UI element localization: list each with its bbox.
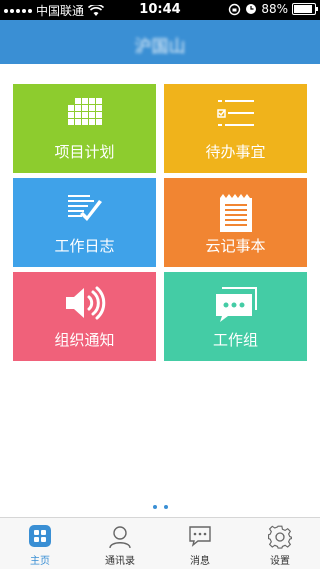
grid-icon bbox=[67, 98, 102, 125]
tab-label: 消息 bbox=[190, 556, 210, 567]
tab-contacts[interactable]: 通讯录 bbox=[80, 518, 160, 569]
gear-icon bbox=[268, 525, 292, 549]
tab-bar: 主页 通讯录 消息 设置 bbox=[0, 517, 320, 569]
tile-project-plan[interactable]: 项目计划 bbox=[13, 84, 156, 173]
tab-label: 通讯录 bbox=[105, 556, 135, 567]
document-check-icon bbox=[67, 195, 102, 221]
tile-label: 组织通知 bbox=[54, 331, 115, 349]
app-header: 沪国山 bbox=[0, 20, 320, 64]
status-bar: 中国联通 10:44 88% bbox=[0, 0, 320, 20]
speaker-icon bbox=[65, 286, 105, 320]
notepad-icon bbox=[219, 194, 252, 232]
person-icon bbox=[109, 526, 131, 549]
tab-settings[interactable]: 设置 bbox=[240, 518, 320, 569]
alarm-icon bbox=[246, 4, 257, 14]
page-dot bbox=[152, 505, 157, 509]
header-title: 沪国山 bbox=[134, 37, 186, 57]
tile-todo[interactable]: 待办事宜 bbox=[164, 84, 307, 173]
tile-label: 云记事本 bbox=[205, 237, 266, 255]
page-dot bbox=[163, 505, 168, 509]
home-grid-icon bbox=[29, 525, 51, 547]
tile-label: 工作日志 bbox=[54, 237, 115, 255]
message-icon bbox=[189, 526, 211, 547]
tile-work-log[interactable]: 工作日志 bbox=[13, 178, 156, 267]
rotation-lock-icon bbox=[229, 3, 241, 15]
checklist-icon bbox=[216, 100, 254, 126]
tile-label: 项目计划 bbox=[54, 143, 115, 161]
tile-work-group[interactable]: 工作组 bbox=[164, 272, 307, 361]
tab-label: 设置 bbox=[270, 556, 290, 567]
battery-icon bbox=[292, 3, 318, 15]
tab-messages[interactable]: 消息 bbox=[160, 518, 240, 569]
tab-home[interactable]: 主页 bbox=[0, 518, 80, 569]
chat-icon bbox=[215, 287, 257, 322]
tile-cloud-notes[interactable]: 云记事本 bbox=[164, 178, 307, 267]
tab-label: 主页 bbox=[30, 556, 50, 567]
battery-percent: 88% bbox=[261, 2, 288, 16]
tile-label: 待办事宜 bbox=[205, 143, 266, 161]
tile-label: 工作组 bbox=[212, 331, 258, 349]
page-indicator bbox=[0, 505, 320, 509]
tile-notices[interactable]: 组织通知 bbox=[13, 272, 156, 361]
